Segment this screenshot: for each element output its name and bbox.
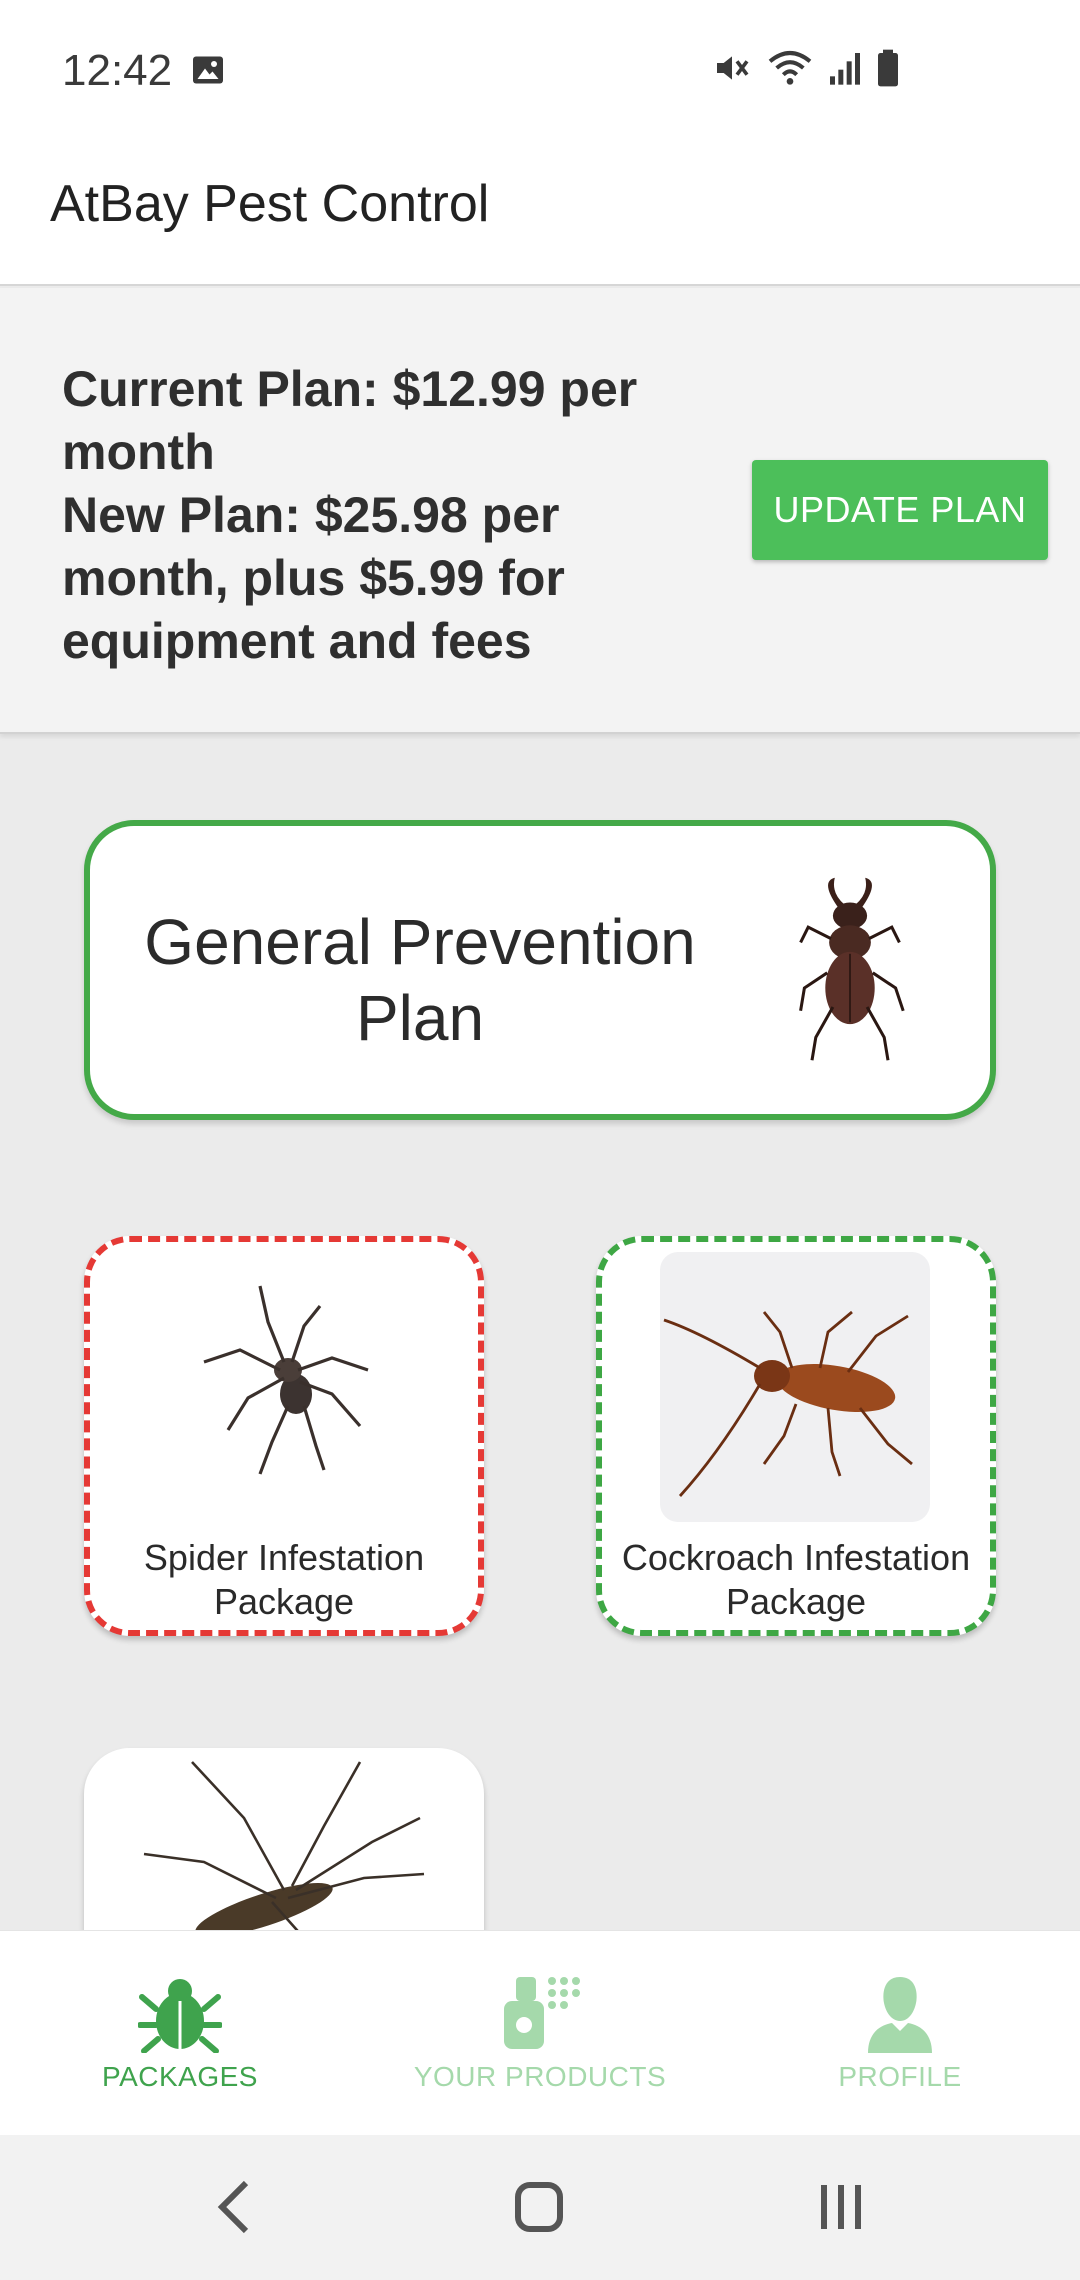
signal-icon xyxy=(830,53,860,85)
status-bar: 12:42 xyxy=(0,0,1080,140)
spray-icon xyxy=(504,1977,580,2049)
mosquito-package-card[interactable] xyxy=(84,1748,484,1930)
bug-icon xyxy=(138,1979,222,2053)
nav-packages-label: PACKAGES xyxy=(102,2061,258,2092)
bottom-navigation: PACKAGES YOUR PRODUCTS PROFILE xyxy=(0,1930,1080,2135)
nav-your-products[interactable]: YOUR PRODUCTS xyxy=(360,1931,720,2136)
cockroach-image xyxy=(663,1310,913,1497)
battery-icon xyxy=(878,49,898,87)
plan-banner: Current Plan: $12.99 per month New Plan:… xyxy=(0,288,1080,734)
plan-summary: Current Plan: $12.99 per month New Plan:… xyxy=(62,358,702,673)
status-icons xyxy=(712,48,900,88)
cockroach-package-label: Cockroach Infestation Package xyxy=(602,1536,990,1624)
spider-package-card[interactable]: Spider Infestation Package xyxy=(84,1236,484,1636)
nav-packages[interactable]: PACKAGES xyxy=(0,1931,360,2136)
general-plan-title: General Prevention Plan xyxy=(110,904,730,1056)
cockroach-label-line2: Package xyxy=(725,1581,867,1622)
mute-icon xyxy=(717,56,749,80)
person-icon xyxy=(868,1977,932,2053)
spider-image xyxy=(203,1285,369,1475)
screen: 12:42 AtBay Pest Control Current Plan: $… xyxy=(0,0,1080,2280)
app-bar: AtBay Pest Control xyxy=(0,140,1080,286)
system-navigation-bar xyxy=(0,2135,1080,2280)
status-time: 12:42 xyxy=(62,46,173,95)
new-plan-text: New Plan: $25.98 per month, plus $5.99 f… xyxy=(62,487,565,669)
back-icon[interactable] xyxy=(214,2175,254,2239)
general-plan-title-line1: General Prevention xyxy=(144,906,696,978)
app-title: AtBay Pest Control xyxy=(50,175,490,233)
spider-label-line2: Package xyxy=(213,1581,355,1622)
spider-label-line1: Spider Infestation xyxy=(143,1537,425,1578)
nav-profile[interactable]: PROFILE xyxy=(720,1931,1080,2136)
update-plan-button[interactable]: UPDATE PLAN xyxy=(752,460,1048,560)
mosquito-image xyxy=(143,1761,425,1930)
general-prevention-plan-card[interactable]: General Prevention Plan xyxy=(84,820,996,1120)
cockroach-label-line1: Cockroach Infestation xyxy=(621,1537,971,1578)
nav-profile-label: PROFILE xyxy=(838,2061,962,2092)
wifi-icon xyxy=(768,51,812,85)
current-plan-text: Current Plan: $12.99 per month xyxy=(62,361,638,480)
packages-list[interactable]: General Prevention Plan Spider Infestati… xyxy=(0,736,1080,1930)
beetle-image xyxy=(799,877,905,1061)
nav-your-products-label: YOUR PRODUCTS xyxy=(413,2061,667,2092)
home-icon[interactable] xyxy=(512,2175,566,2239)
image-notification-icon xyxy=(193,56,223,84)
recent-apps-icon[interactable] xyxy=(816,2175,866,2239)
cockroach-package-card[interactable]: Cockroach Infestation Package xyxy=(596,1236,996,1636)
general-plan-title-line2: Plan xyxy=(355,982,485,1054)
spider-package-label: Spider Infestation Package xyxy=(90,1536,478,1624)
